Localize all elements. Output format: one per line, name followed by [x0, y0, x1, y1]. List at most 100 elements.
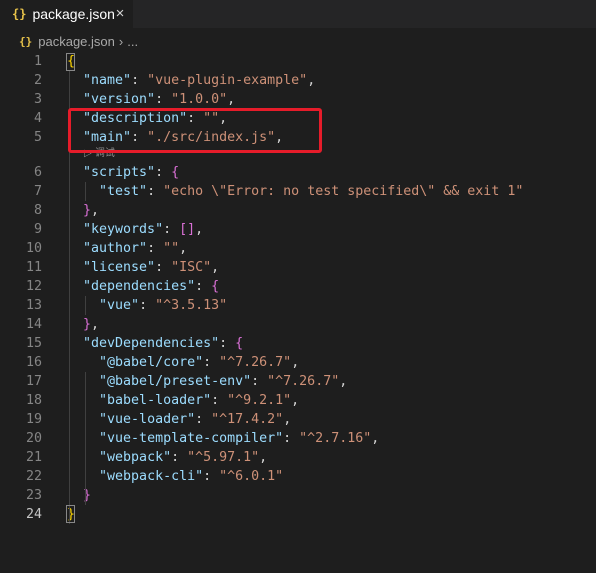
line-number: 18 [25, 393, 42, 408]
code-token: "^3.5.13" [155, 298, 228, 313]
code-token: "vue" [99, 298, 140, 313]
line-number: 13 [25, 298, 42, 313]
code-line[interactable]: 21 "webpack": "^5.97.1", [0, 448, 596, 467]
code-text: "webpack-cli": "^6.0.1" [67, 467, 283, 486]
code-token: "babel-loader" [99, 393, 212, 408]
close-icon[interactable]: × [112, 5, 128, 23]
code-line[interactable]: 18 "babel-loader": "^9.2.1", [0, 391, 596, 410]
code-token: "" [163, 241, 180, 256]
code-line[interactable]: 24} [0, 505, 596, 524]
code-token: : [131, 73, 148, 88]
tab-bar: {} package.json × [0, 0, 596, 28]
code-token: "ISC" [171, 260, 212, 275]
code-token: : [147, 184, 164, 199]
code-line[interactable]: 20 "vue-template-compiler": "^2.7.16", [0, 429, 596, 448]
code-token: : [147, 241, 164, 256]
code-line[interactable]: 6 "scripts": { [0, 163, 596, 182]
code-token: "^17.4.2" [211, 412, 284, 427]
code-token: } [83, 317, 92, 332]
code-token: : [211, 393, 228, 408]
code-token: { [171, 165, 180, 180]
code-line[interactable]: 16 "@babel/core": "^7.26.7", [0, 353, 596, 372]
code-text: "license": "ISC", [67, 258, 219, 277]
code-text: } [67, 486, 91, 505]
code-line[interactable]: 19 "vue-loader": "^17.4.2", [0, 410, 596, 429]
code-token: [] [179, 222, 196, 237]
code-token: , [291, 393, 300, 408]
indent-guide [85, 372, 86, 505]
chevron-right-icon: › [118, 33, 124, 49]
code-text: "scripts": { [67, 163, 179, 182]
tab-label: package.json [32, 6, 115, 22]
code-token: , [91, 317, 100, 332]
line-number: 11 [25, 260, 42, 275]
line-number: 2 [33, 73, 42, 88]
code-token: "devDependencies" [83, 336, 220, 351]
line-number: 15 [25, 336, 42, 351]
code-token: "^7.26.7" [219, 355, 292, 370]
code-text: }, [67, 201, 99, 220]
code-line[interactable]: 8 }, [0, 201, 596, 220]
code-token: , [91, 203, 100, 218]
code-token: "vue-template-compiler" [99, 431, 284, 446]
line-number: 10 [25, 241, 42, 256]
code-line[interactable]: 15 "devDependencies": { [0, 334, 596, 353]
breadcrumb-item-more[interactable]: ... [127, 34, 138, 49]
code-token: : [155, 165, 172, 180]
code-token: : [283, 431, 300, 446]
code-token: "keywords" [83, 222, 164, 237]
code-token: "^9.2.1" [227, 393, 292, 408]
code-token: "license" [83, 260, 156, 275]
code-token: "vue-loader" [99, 412, 196, 427]
code-line[interactable]: 11 "license": "ISC", [0, 258, 596, 277]
code-token: "webpack-cli" [99, 469, 204, 484]
code-line[interactable]: 12 "dependencies": { [0, 277, 596, 296]
code-line[interactable]: 17 "@babel/preset-env": "^7.26.7", [0, 372, 596, 391]
breadcrumb-item-file[interactable]: package.json [38, 34, 115, 49]
code-token: { [235, 336, 244, 351]
bracket-match-highlight [66, 505, 75, 523]
code-line[interactable]: 13 "vue": "^3.5.13" [0, 296, 596, 315]
code-token: : [139, 298, 156, 313]
tab-package-json[interactable]: {} package.json × [0, 0, 133, 28]
code-line[interactable]: 23 } [0, 486, 596, 505]
code-token: , [227, 92, 236, 107]
code-token: "webpack" [99, 450, 172, 465]
code-line[interactable]: 3 "version": "1.0.0", [0, 90, 596, 109]
code-token: : [195, 412, 212, 427]
indent-guide [85, 296, 86, 315]
code-token: "@babel/preset-env" [99, 374, 252, 389]
code-text: "@babel/core": "^7.26.7", [67, 353, 299, 372]
code-line[interactable]: 1{ [0, 52, 596, 71]
line-number: 8 [33, 203, 42, 218]
line-number: 4 [33, 111, 42, 126]
code-line[interactable]: 2 "name": "vue-plugin-example", [0, 71, 596, 90]
code-token: "version" [83, 92, 156, 107]
code-line[interactable]: 7 "test": "echo \"Error: no test specifi… [0, 182, 596, 201]
code-token: : [203, 469, 220, 484]
code-token: "name" [83, 73, 132, 88]
code-text: "webpack": "^5.97.1", [67, 448, 267, 467]
code-line[interactable]: 14 }, [0, 315, 596, 334]
code-token: "scripts" [83, 165, 156, 180]
line-number: 3 [33, 92, 42, 107]
code-token: } [83, 203, 92, 218]
line-number: 12 [25, 279, 42, 294]
line-number: 23 [25, 488, 42, 503]
code-line[interactable]: 22 "webpack-cli": "^6.0.1" [0, 467, 596, 486]
code-text: "vue-template-compiler": "^2.7.16", [67, 429, 379, 448]
code-text: "devDependencies": { [67, 334, 243, 353]
code-token: , [371, 431, 380, 446]
code-line[interactable]: 9 "keywords": [], [0, 220, 596, 239]
code-token: "author" [83, 241, 148, 256]
code-token: : [195, 279, 212, 294]
code-token: "1.0.0" [171, 92, 228, 107]
json-file-icon: {} [12, 7, 27, 21]
code-token: , [339, 374, 348, 389]
code-line[interactable]: 10 "author": "", [0, 239, 596, 258]
